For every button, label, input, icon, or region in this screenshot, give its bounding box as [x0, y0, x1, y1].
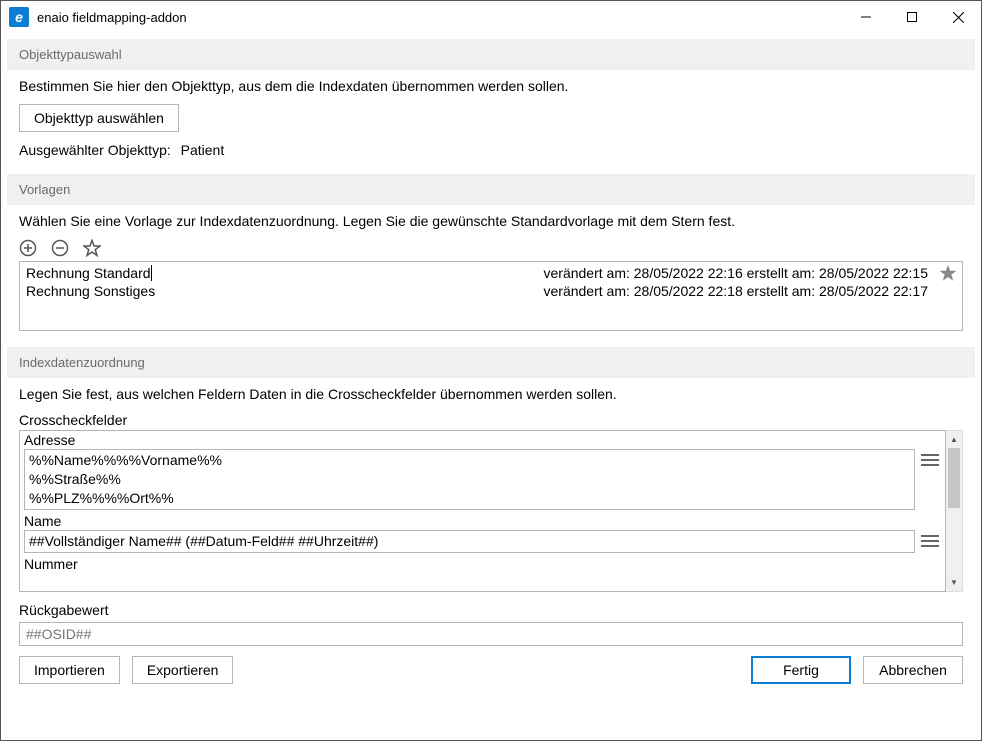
done-button[interactable]: Fertig — [751, 656, 851, 684]
text-cursor — [151, 265, 152, 281]
index-description: Legen Sie fest, aus welchen Feldern Date… — [19, 386, 963, 402]
template-list[interactable]: Rechnung Standard verändert am: 28/05/202… — [19, 261, 963, 331]
crosscheck-panel: Adresse%%Name%%%%Vorname%% %%Straße%% %%… — [19, 430, 946, 592]
template-name[interactable]: Rechnung Standard — [26, 265, 151, 281]
add-template-icon[interactable] — [19, 239, 37, 257]
maximize-button[interactable] — [889, 1, 935, 33]
template-meta: verändert am: 28/05/2022 22:18 erstellt … — [544, 283, 929, 299]
field-label: Adresse — [24, 431, 941, 449]
scrollbar[interactable]: ▲ ▼ — [946, 430, 963, 592]
field-label: Nummer — [24, 555, 941, 573]
template-star-icon[interactable] — [934, 265, 956, 281]
export-button[interactable]: Exportieren — [132, 656, 234, 684]
field-value-input[interactable]: %%Name%%%%Vorname%% %%Straße%% %%PLZ%%%%… — [24, 449, 915, 510]
template-name[interactable]: Rechnung Sonstiges — [26, 283, 155, 299]
template-row[interactable]: Rechnung Sonstiges verändert am: 28/05/20… — [26, 282, 956, 300]
app-logo-icon: e — [9, 7, 29, 27]
returnvalue-input[interactable] — [19, 622, 963, 646]
remove-template-icon[interactable] — [51, 239, 69, 257]
returnvalue-label: Rückgabewert — [19, 602, 963, 618]
scroll-up-icon[interactable]: ▲ — [946, 431, 962, 448]
template-meta: verändert am: 28/05/2022 22:16 erstellt … — [544, 265, 929, 281]
minimize-button[interactable] — [843, 1, 889, 33]
field-value-input[interactable]: ##Vollständiger Name## (##Datum-Feld## #… — [24, 530, 915, 553]
vorlagen-description: Wählen Sie eine Vorlage zur Indexdatenzu… — [19, 213, 963, 229]
section-header-vorlagen: Vorlagen — [7, 174, 975, 205]
selected-objekttyp-value: Patient — [181, 142, 225, 158]
section-header-index: Indexdatenzuordnung — [7, 347, 975, 378]
section-header-objekttyp: Objekttypauswahl — [7, 39, 975, 70]
selected-objekttyp-label: Ausgewählter Objekttyp: — [19, 142, 171, 158]
field-label: Name — [24, 512, 941, 530]
scroll-thumb[interactable] — [948, 448, 960, 508]
template-row[interactable]: Rechnung Standard verändert am: 28/05/202… — [26, 264, 956, 282]
crosscheck-label: Crosscheckfelder — [19, 412, 963, 428]
objekttyp-description: Bestimmen Sie hier den Objekttyp, aus de… — [19, 78, 963, 94]
window-title: enaio fieldmapping-addon — [37, 10, 843, 25]
import-button[interactable]: Importieren — [19, 656, 120, 684]
field-list-icon[interactable] — [919, 449, 941, 467]
select-objekttyp-button[interactable]: Objekttyp auswählen — [19, 104, 179, 132]
close-button[interactable] — [935, 1, 981, 33]
favorite-template-icon[interactable] — [83, 239, 101, 257]
field-list-icon[interactable] — [919, 530, 941, 548]
titlebar: e enaio fieldmapping-addon — [1, 1, 981, 33]
cancel-button[interactable]: Abbrechen — [863, 656, 963, 684]
scroll-down-icon[interactable]: ▼ — [946, 574, 962, 591]
